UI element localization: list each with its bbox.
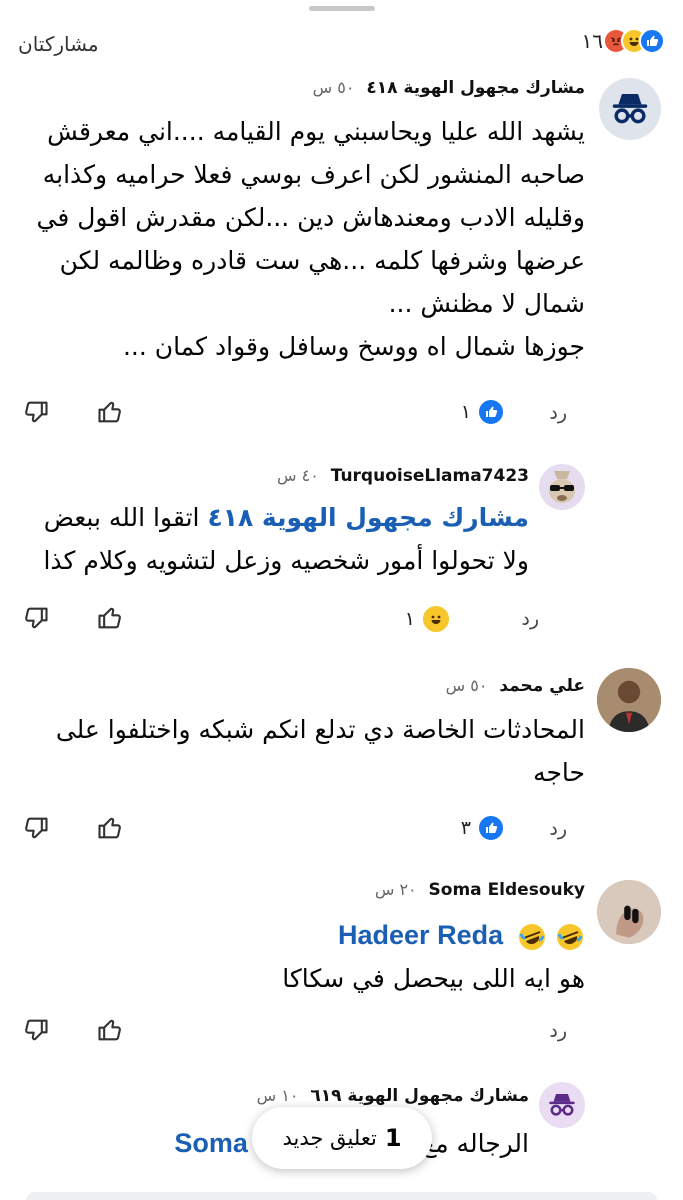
incognito-icon <box>549 1093 575 1116</box>
comment-time: ٥٠ س <box>445 676 488 695</box>
reaction-summary[interactable]: ١٦ <box>582 28 665 54</box>
mention-line: Hadeer Reda <box>18 914 585 957</box>
comment-body: الرجاله مع <box>421 1129 529 1158</box>
llama-icon <box>549 471 575 503</box>
comment-item: TurquoiseLlama7423 ٤٠ س مشارك مجهول الهو… <box>0 460 683 600</box>
anonymous-avatar[interactable] <box>539 1082 585 1128</box>
anonymous-avatar[interactable] <box>599 78 661 140</box>
like-reaction-icon <box>477 814 505 842</box>
comment-item: Soma Eldesouky ٢٠ س Hadeer Reda هو ايه ا… <box>0 874 683 1014</box>
comment-time: ٥٠ س <box>312 78 355 97</box>
comment-header: مشارك مجهول الهوية ٦١٩ ١٠ س <box>257 1086 529 1106</box>
comment-reaction[interactable]: ١ <box>405 604 451 634</box>
like-reaction-icon <box>639 28 665 54</box>
comment-item: علي محمد ٥٠ س المحادثات الخاصة دي تدلع ا… <box>0 668 683 808</box>
comment-header: TurquoiseLlama7423 ٤٠ س <box>277 466 529 486</box>
comment-text: المحادثات الخاصة دي تدلع انكم شبكه واختل… <box>55 715 585 787</box>
hand-photo-icon <box>597 880 661 944</box>
haha-reaction-icon <box>421 604 451 634</box>
author-name[interactable]: مشارك مجهول الهوية ٦١٩ <box>310 1086 529 1106</box>
comment-text: يشهد الله عليا ويحاسبني يوم القيامه ....… <box>36 117 585 361</box>
user-avatar[interactable] <box>597 668 661 732</box>
rofl-emoji-icon <box>517 922 547 952</box>
reply-button[interactable]: رد <box>549 402 567 424</box>
like-button-icon[interactable] <box>96 604 124 632</box>
llama-avatar[interactable] <box>539 464 585 510</box>
reply-button[interactable]: رد <box>549 818 567 840</box>
dislike-button-icon[interactable] <box>22 814 50 842</box>
author-name[interactable]: علي محمد <box>499 676 585 696</box>
person-photo-icon <box>597 668 661 732</box>
author-name[interactable]: Soma Eldesouky <box>429 880 585 900</box>
author-name[interactable]: مشارك مجهول الهوية ٤١٨ <box>366 78 585 98</box>
comment-actions: رد <box>0 1016 683 1050</box>
comment-actions: رد ٣ <box>0 814 683 848</box>
comment-composer-edge[interactable] <box>26 1192 657 1200</box>
mention-link[interactable]: مشارك مجهول الهوية ٤١٨ <box>207 503 529 532</box>
dislike-button-icon[interactable] <box>22 604 50 632</box>
comment-body: هو ايه اللى بيحصل في سكاكا <box>282 964 585 993</box>
like-button-icon[interactable] <box>96 814 124 842</box>
comment-text: Hadeer Reda هو ايه اللى بيحصل في سكاكا <box>18 914 585 1000</box>
new-comment-label: تعليق جديد <box>282 1126 377 1150</box>
comment-item: مشارك مجهول الهوية ٤١٨ ٥٠ س يشهد الله عل… <box>0 72 683 432</box>
rofl-emoji-icon <box>555 922 585 952</box>
comment-reaction[interactable]: ٣ <box>461 814 505 842</box>
reaction-count: ٣ <box>460 817 471 839</box>
comment-header: علي محمد ٥٠ س <box>446 676 585 696</box>
like-button-icon[interactable] <box>96 398 124 426</box>
comment-reaction[interactable]: ١ <box>461 398 505 426</box>
shares-count[interactable]: مشاركتان <box>18 32 99 56</box>
like-button-icon[interactable] <box>96 1016 124 1044</box>
mention-link[interactable]: Hadeer Reda <box>338 920 503 950</box>
dislike-button-icon[interactable] <box>22 398 50 426</box>
dislike-button-icon[interactable] <box>22 1016 50 1044</box>
comment-actions: رد ١ <box>0 398 683 432</box>
reply-button[interactable]: رد <box>549 1020 567 1042</box>
reaction-count: ١ <box>404 608 415 630</box>
comment-time: ٤٠ س <box>276 466 319 485</box>
comment-header: مشارك مجهول الهوية ٤١٨ ٥٠ س <box>313 78 585 98</box>
reply-button[interactable]: رد <box>521 608 539 630</box>
comment-time: ٢٠ س <box>374 880 417 899</box>
author-name[interactable]: TurquoiseLlama7423 <box>331 466 529 486</box>
comment-time: ١٠ س <box>256 1086 299 1105</box>
incognito-icon <box>612 94 648 124</box>
user-avatar[interactable] <box>597 880 661 944</box>
drag-handle[interactable] <box>308 6 375 11</box>
comment-text: مشارك مجهول الهوية ٤١٨ اتقوا الله ببعض و… <box>18 496 529 582</box>
comment-header: Soma Eldesouky ٢٠ س <box>375 880 585 900</box>
reactions-bar: مشاركتان ١٦ <box>0 28 683 62</box>
reaction-count: ١٦ <box>581 29 603 53</box>
new-comments-toast[interactable]: 1 تعليق جديد <box>252 1107 432 1169</box>
new-comment-count: 1 <box>384 1124 402 1152</box>
like-reaction-icon <box>477 398 505 426</box>
reaction-count: ١ <box>460 401 471 423</box>
comment-actions: رد ١ <box>0 604 683 638</box>
